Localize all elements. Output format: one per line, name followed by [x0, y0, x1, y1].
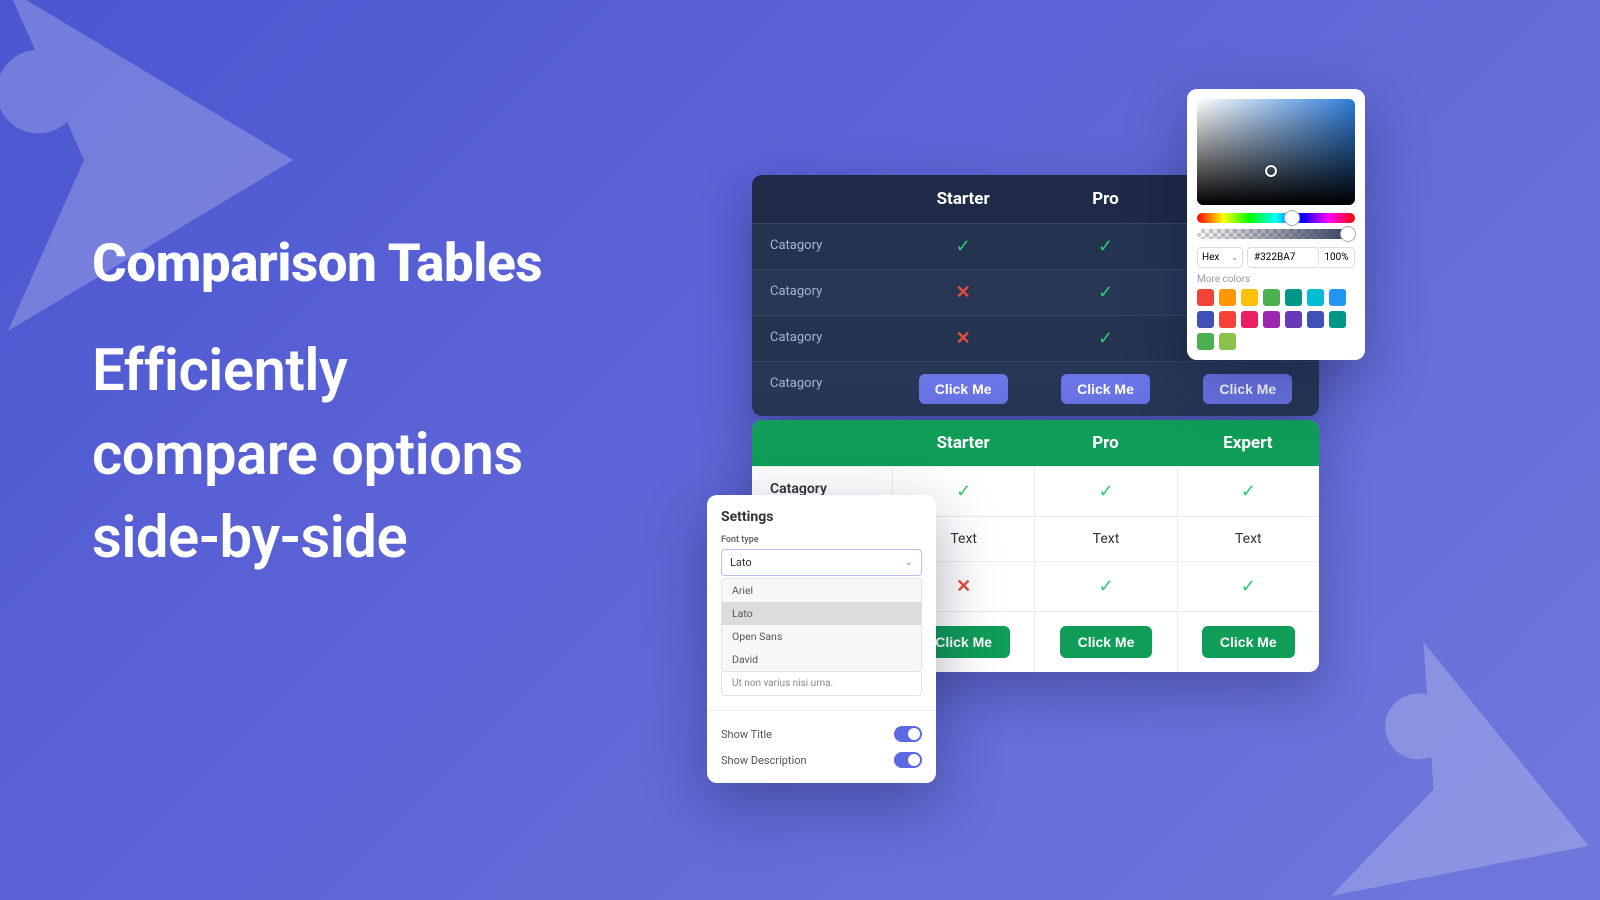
plan-header: Pro	[1034, 175, 1176, 223]
row-label: Catagory	[752, 316, 892, 361]
hex-input[interactable]: #322BA7	[1247, 247, 1319, 268]
color-mode-select[interactable]: Hex ⌄	[1197, 247, 1243, 268]
show-description-label: Show Description	[721, 754, 807, 767]
cell: ✕	[892, 316, 1034, 361]
color-swatch[interactable]	[1241, 311, 1258, 328]
plan-header: Pro	[1034, 420, 1176, 466]
color-swatch[interactable]	[1241, 289, 1258, 306]
color-swatch[interactable]	[1329, 311, 1346, 328]
font-type-select[interactable]: Lato ⌄	[721, 549, 922, 576]
color-swatch[interactable]	[1197, 289, 1214, 306]
description-textarea[interactable]: Ut non varius nisi urna.	[721, 672, 922, 696]
alpha-handle-icon[interactable]	[1341, 227, 1355, 241]
show-description-toggle[interactable]	[894, 752, 922, 768]
font-option[interactable]: David	[722, 648, 921, 671]
promo-stage: Comparison Tables Efficiently compare op…	[0, 0, 1600, 900]
alpha-slider[interactable]	[1197, 229, 1355, 239]
check-icon: ✓	[1241, 481, 1256, 502]
cross-icon: ✕	[956, 576, 971, 597]
alpha-input[interactable]: 100%	[1319, 247, 1355, 268]
check-icon: ✓	[956, 236, 971, 257]
font-type-label: Font type	[721, 535, 922, 545]
color-swatch[interactable]	[1307, 289, 1324, 306]
more-colors-label: More colors	[1197, 274, 1355, 285]
color-swatch[interactable]	[1263, 289, 1280, 306]
color-swatch[interactable]	[1197, 311, 1214, 328]
table-row: Catagory Click Me Click Me Click Me	[752, 361, 1319, 416]
cell: ✓	[1034, 270, 1176, 315]
check-icon: ✓	[1098, 481, 1113, 502]
cell: ✓	[1034, 316, 1176, 361]
font-option[interactable]: Ariel	[722, 579, 921, 602]
color-swatch[interactable]	[1329, 289, 1346, 306]
cell: ✓	[892, 224, 1034, 269]
plan-header: Expert	[1177, 420, 1319, 466]
divider	[707, 710, 936, 711]
color-swatch[interactable]	[1219, 311, 1236, 328]
cross-icon: ✕	[956, 328, 971, 349]
settings-panel: Settings Font type Lato ⌄ ArielLatoOpen …	[707, 495, 936, 783]
settings-title: Settings	[721, 509, 922, 525]
plan-cta-button[interactable]: Click Me	[1202, 626, 1295, 658]
font-option[interactable]: Lato	[722, 602, 921, 625]
swatch-grid	[1197, 289, 1355, 350]
decorative-shape-top	[0, 0, 350, 350]
table-header-row: Starter Pro Expert	[752, 420, 1319, 466]
row-label: Catagory	[752, 362, 892, 416]
cell: ✕	[892, 270, 1034, 315]
cell: ✓	[1034, 224, 1176, 269]
cell-text: Text	[1034, 517, 1176, 561]
plan-cta-button[interactable]: Click Me	[1060, 626, 1153, 658]
color-swatch[interactable]	[1197, 333, 1214, 350]
plan-header: Starter	[892, 175, 1034, 223]
header-blank	[752, 175, 892, 223]
check-icon: ✓	[1098, 328, 1113, 349]
font-type-value: Lato	[730, 556, 752, 569]
chevron-down-icon: ⌄	[905, 557, 913, 568]
check-icon: ✓	[1098, 576, 1113, 597]
color-cursor-icon[interactable]	[1265, 165, 1277, 177]
check-icon: ✓	[1098, 282, 1113, 303]
show-title-label: Show Title	[721, 728, 772, 741]
cell-text: Text	[1177, 517, 1319, 561]
header-blank	[752, 420, 892, 466]
page-subtitle: Efficiently compare options side-by-side	[92, 330, 523, 581]
check-icon: ✓	[1241, 576, 1256, 597]
color-swatch[interactable]	[1219, 333, 1236, 350]
subtitle-line: side-by-side	[92, 497, 523, 581]
color-swatch[interactable]	[1219, 289, 1236, 306]
plan-cta-button[interactable]: Click Me	[919, 374, 1008, 404]
row-label: Catagory	[752, 270, 892, 315]
color-swatch[interactable]	[1263, 311, 1280, 328]
color-mode-value: Hex	[1202, 252, 1219, 263]
check-icon: ✓	[1098, 236, 1113, 257]
color-picker-panel: Hex ⌄ #322BA7 100% More colors	[1187, 89, 1365, 360]
check-icon: ✓	[956, 481, 971, 502]
font-dropdown-list: ArielLatoOpen SansDavid	[721, 578, 922, 672]
color-swatch[interactable]	[1285, 311, 1302, 328]
cross-icon: ✕	[956, 282, 971, 303]
decorative-shape-bottom	[1298, 618, 1600, 900]
page-title: Comparison Tables	[92, 232, 542, 294]
plan-cta-button[interactable]: Click Me	[1203, 374, 1292, 404]
plan-cta-button[interactable]: Click Me	[1061, 374, 1150, 404]
hue-handle-icon[interactable]	[1285, 211, 1299, 225]
color-swatch[interactable]	[1307, 311, 1324, 328]
subtitle-line: Efficiently	[92, 330, 523, 414]
chevron-down-icon: ⌄	[1231, 253, 1238, 262]
plan-header: Starter	[892, 420, 1034, 466]
font-option[interactable]: Open Sans	[722, 625, 921, 648]
hue-slider[interactable]	[1197, 213, 1355, 223]
color-swatch[interactable]	[1285, 289, 1302, 306]
row-label: Catagory	[752, 224, 892, 269]
color-canvas[interactable]	[1197, 99, 1355, 205]
subtitle-line: compare options	[92, 414, 523, 498]
show-title-toggle[interactable]	[894, 726, 922, 742]
